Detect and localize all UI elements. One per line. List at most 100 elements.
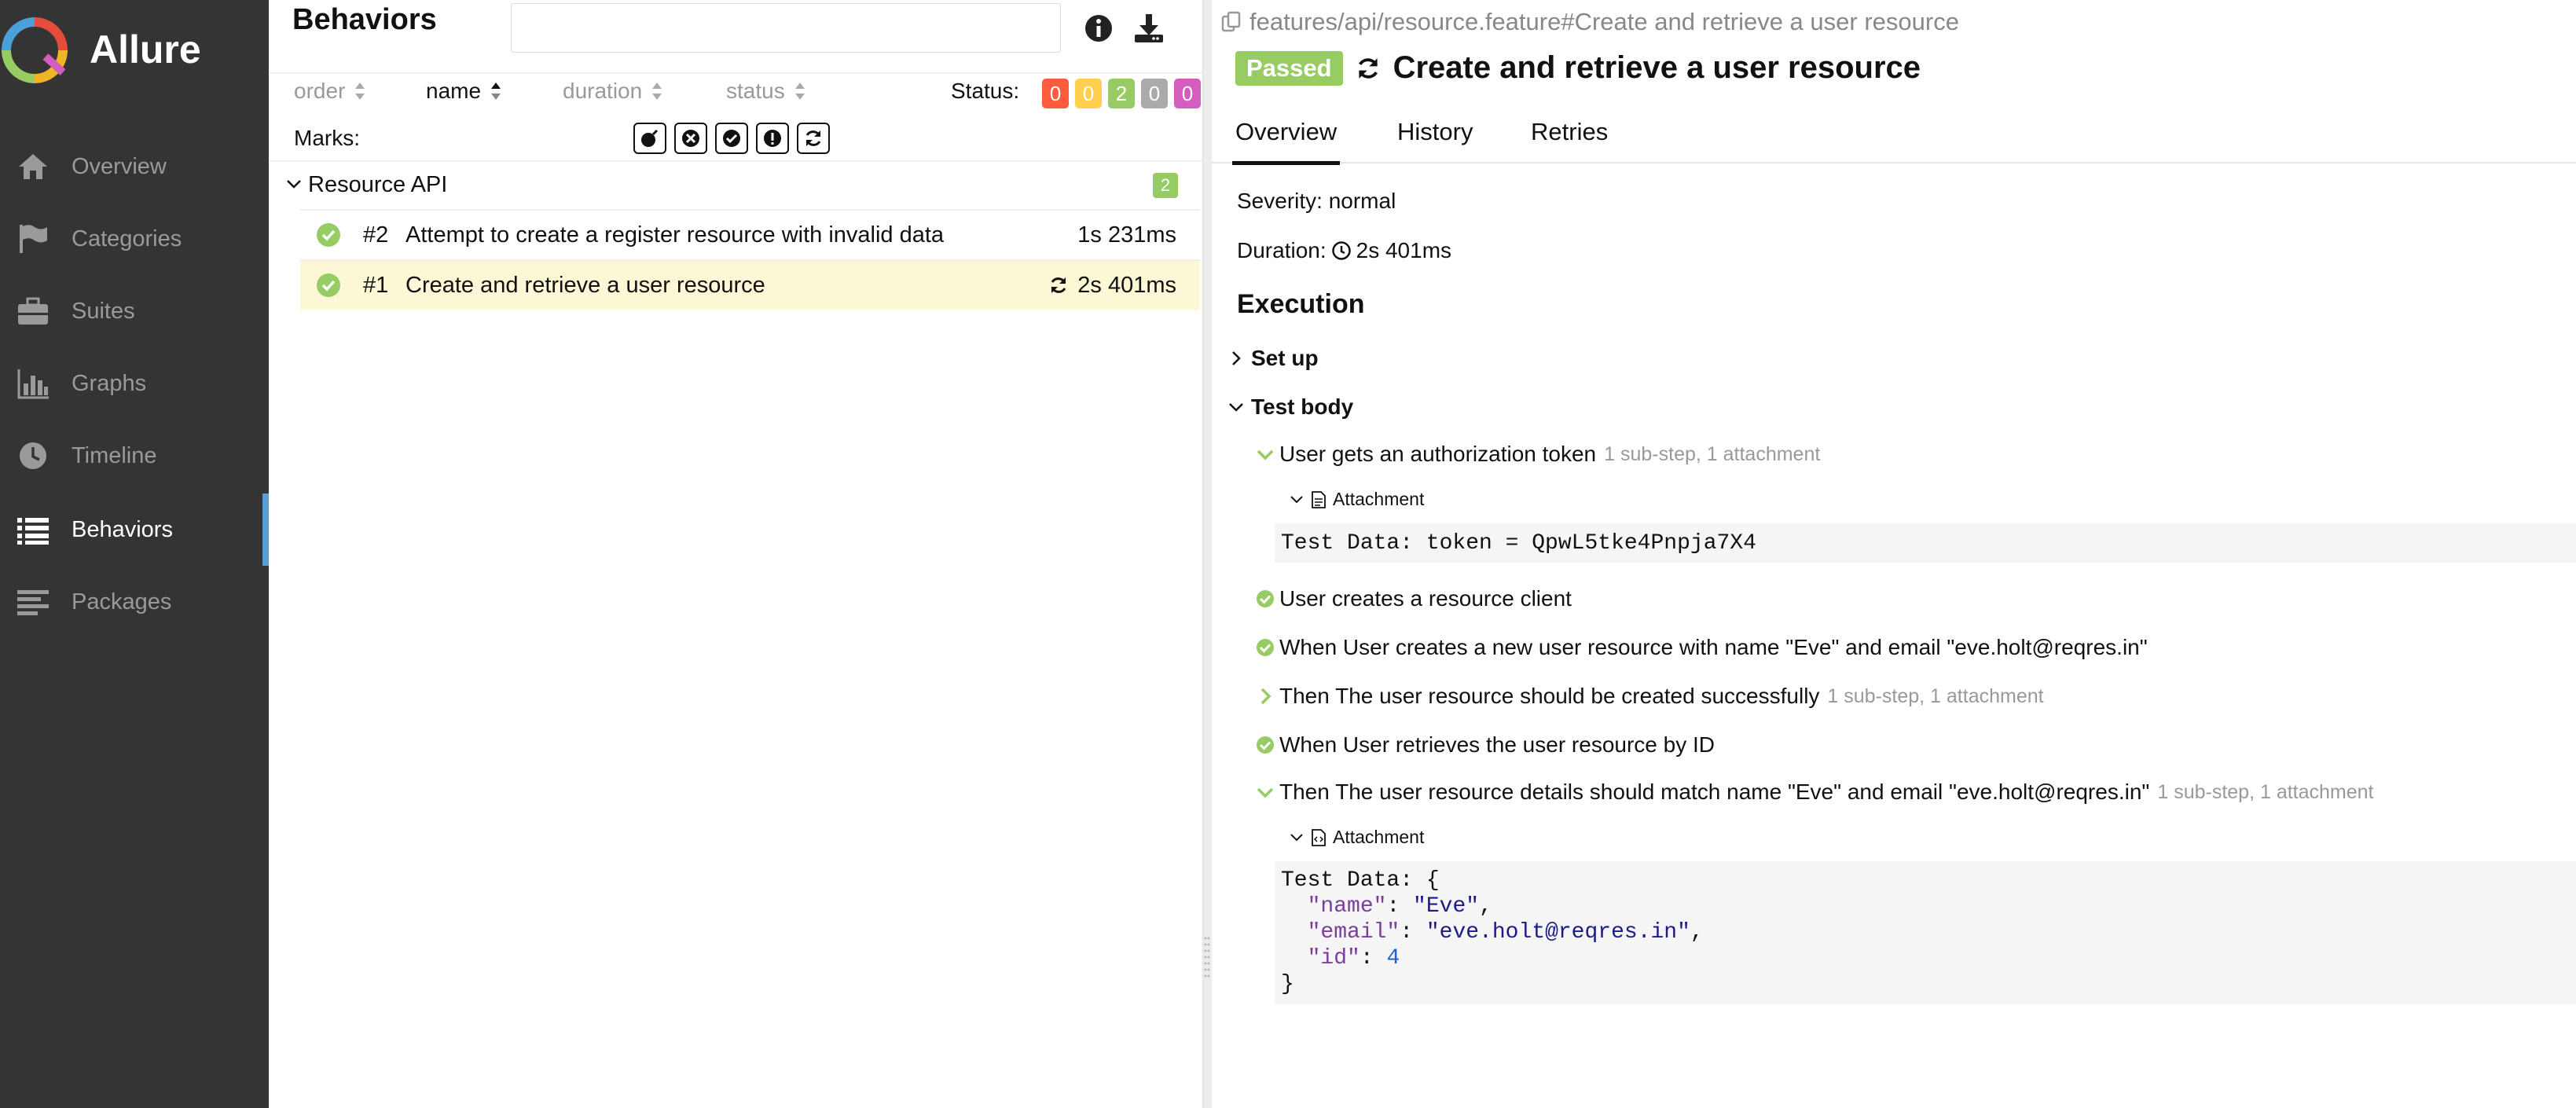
step-meta: 1 sub-step, 1 attachment (2157, 780, 2374, 803)
chevron-right-icon (1232, 351, 1241, 365)
sort-status[interactable]: status (726, 79, 807, 104)
times-circle-icon (682, 130, 699, 147)
json-key: "name" (1307, 894, 1387, 919)
chevron-down-icon (1257, 449, 1274, 460)
attachment-content: Test Data: token = QpwL5tke4Pnpja7X4 (1275, 523, 2576, 563)
sidebar-item-graphs[interactable]: Graphs (0, 347, 269, 420)
attachment-label: Attachment (1333, 489, 1425, 509)
home-icon (19, 154, 47, 179)
new-broken-mark-button[interactable] (756, 123, 789, 154)
chevron-down-icon (1290, 833, 1303, 841)
check-circle-icon (723, 130, 740, 147)
step-row[interactable]: When User creates a new user resource wi… (1256, 635, 2148, 660)
new-failed-mark-button[interactable] (674, 123, 707, 154)
sidebar-item-overview[interactable]: Overview (0, 130, 269, 203)
execution-heading: Execution (1237, 289, 1365, 319)
sort-label: status (726, 79, 785, 103)
test-body-step[interactable]: Test body (1227, 394, 1353, 420)
sort-label: duration (563, 79, 643, 103)
search-input[interactable] (511, 3, 1061, 53)
step-row[interactable]: Then The user resource should be created… (1256, 684, 2044, 709)
status-broken-badge[interactable]: 0 (1075, 79, 1102, 108)
test-duration: 1s 231ms (1077, 222, 1176, 248)
test-body-label: Test body (1251, 394, 1354, 419)
step-text: When User creates a new user resource wi… (1279, 635, 2148, 659)
new-passed-mark-button[interactable] (715, 123, 748, 154)
sort-label: name (426, 79, 482, 103)
download-icon[interactable] (1132, 11, 1166, 46)
chevron-down-icon (1290, 495, 1303, 503)
tab-history[interactable]: History (1397, 112, 1473, 163)
attachment-row[interactable]: Attachment (1289, 827, 1424, 848)
chevron-right-icon (1260, 688, 1271, 705)
sort-label: order (294, 79, 346, 103)
chevron-down-icon (1229, 403, 1243, 412)
info-icon[interactable] (1081, 11, 1116, 46)
sidebar-item-packages[interactable]: Packages (0, 566, 269, 638)
status-passed-badge[interactable]: 2 (1108, 79, 1135, 108)
sidebar-item-suites[interactable]: Suites (0, 275, 269, 347)
briefcase-icon (18, 297, 48, 325)
step-row[interactable]: Then The user resource details should ma… (1256, 780, 2374, 805)
json-line: Test Data: { (1281, 868, 1440, 893)
tab-overview[interactable]: Overview (1231, 112, 1341, 165)
step-text: Then The user resource should be created… (1279, 684, 1820, 708)
file-code-icon (1312, 828, 1326, 846)
test-number: #1 (363, 272, 389, 298)
passed-status-icon (317, 223, 340, 247)
sidebar-item-behaviors[interactable]: Behaviors (0, 493, 269, 566)
status-unknown-badge[interactable]: 0 (1174, 79, 1201, 108)
group-resource-api[interactable]: Resource API 2 (284, 165, 1200, 206)
step-row[interactable]: When User retrieves the user resource by… (1256, 732, 1715, 758)
breadcrumb-text: features/api/resource.feature#Create and… (1249, 8, 1959, 35)
passed-status-icon (1257, 639, 1274, 656)
test-title: Create and retrieve a user resource (1393, 50, 1921, 85)
copy-icon[interactable] (1220, 10, 1243, 34)
setup-step[interactable]: Set up (1227, 346, 1319, 371)
passed-status-icon (1257, 590, 1274, 607)
status-failed-badge[interactable]: 0 (1042, 79, 1069, 108)
test-row-selected[interactable]: #1 Create and retrieve a user resource 2… (300, 261, 1200, 310)
sidebar-item-timeline[interactable]: Timeline (0, 420, 269, 492)
flaky-mark-button[interactable] (633, 123, 666, 154)
json-line: } (1281, 972, 1294, 996)
step-text: When User retrieves the user resource by… (1279, 732, 1715, 757)
attachment-row[interactable]: Attachment (1289, 489, 1424, 510)
behaviors-list-pane: Behaviors order name duration status Sta… (269, 0, 1202, 1108)
divider (269, 72, 1202, 74)
sort-order[interactable]: order (294, 79, 367, 104)
step-row[interactable]: User creates a resource client (1256, 586, 1572, 611)
test-title-row: Passed Create and retrieve a user resour… (1235, 50, 1921, 86)
retry-icon (1358, 57, 1378, 79)
test-row[interactable]: #2 Attempt to create a register resource… (300, 211, 1200, 259)
sidebar-item-categories[interactable]: Categories (0, 203, 269, 275)
test-number: #2 (363, 222, 389, 248)
retries-mark-button[interactable] (797, 123, 830, 154)
splitter-grip-icon (1204, 937, 1210, 978)
step-meta: 1 sub-step, 1 attachment (1604, 442, 1821, 465)
breadcrumb[interactable]: features/api/resource.feature#Create and… (1220, 8, 1959, 36)
passed-status-icon (1257, 736, 1274, 754)
passed-status-icon (317, 273, 340, 297)
json-value: "Eve" (1413, 894, 1480, 919)
chevron-down-icon (1257, 787, 1274, 798)
exclamation-circle-icon (764, 130, 781, 147)
status-skipped-badge[interactable]: 0 (1141, 79, 1168, 108)
sort-duration[interactable]: duration (563, 79, 664, 104)
tab-retries[interactable]: Retries (1531, 112, 1608, 163)
sidebar-item-label: Categories (72, 226, 182, 251)
brand-name: Allure (90, 28, 201, 72)
marks-label: Marks: (294, 126, 360, 150)
sidebar-item-label: Packages (72, 589, 172, 615)
step-text: Then The user resource details should ma… (1279, 780, 2150, 804)
status-filter-label: Status: (951, 79, 1020, 103)
bar-chart-icon (17, 369, 49, 399)
chevron-down-icon (287, 180, 301, 189)
list-icon (17, 518, 49, 545)
test-duration: 2s 401ms (1077, 272, 1176, 298)
sidebar-item-label: Behaviors (72, 516, 173, 542)
sort-name[interactable]: name (426, 79, 503, 104)
flag-icon (20, 225, 47, 253)
step-row[interactable]: User gets an authorization token 1 sub-s… (1256, 442, 1820, 467)
brand[interactable]: Allure (0, 14, 269, 83)
